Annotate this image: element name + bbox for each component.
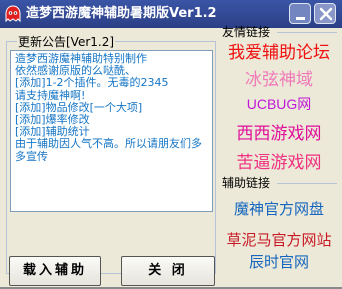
friend-links-divider xyxy=(277,32,337,33)
aux-link-caonima-site[interactable]: 草泥马官方网站 xyxy=(220,229,338,250)
friend-link-ucbug[interactable]: UCBUG网 xyxy=(220,94,338,114)
close-button[interactable]: 关 闭 xyxy=(121,256,215,286)
aux-link-chenshi[interactable]: 辰时官网 xyxy=(220,251,338,272)
friend-link-woaifuzhu[interactable]: 我爱辅助论坛 xyxy=(220,38,338,63)
aux-links-legend: 辅助链接 xyxy=(222,176,271,190)
notice-group: 更新公告[Ver1.2] 造梦西游魔神辅助特别制作 依然感谢原版的么哒酰、 [添… xyxy=(6,36,216,274)
close-icon xyxy=(319,7,333,21)
friend-link-bingxianshenyu[interactable]: 冰弦神域 xyxy=(220,65,338,90)
notice-content: 造梦西游魔神辅助特别制作 依然感谢原版的么哒酰、 [添加]1-2个插件。无毒的2… xyxy=(15,52,211,163)
notice-legend: 更新公告[Ver1.2] xyxy=(17,35,116,49)
close-window-button[interactable] xyxy=(314,3,336,24)
window-title: 造梦西游魔神辅助暑期版Ver1.2 xyxy=(26,6,217,21)
notice-line: 请支持魔神啊! xyxy=(15,88,86,102)
notice-line: 由于辅助因人气不高。所以请朋友们多多宣传 xyxy=(15,137,202,163)
notice-textbox[interactable]: 造梦西游魔神辅助特别制作 依然感谢原版的么哒酰、 [添加]1-2个插件。无毒的2… xyxy=(10,50,213,212)
title-bar[interactable]: 造梦西游魔神辅助暑期版Ver1.2 xyxy=(0,0,342,28)
friend-link-kubi[interactable]: 苦逼游戏网 xyxy=(220,148,338,173)
friend-link-xixi[interactable]: 西西游戏网 xyxy=(220,119,338,144)
aux-links-divider xyxy=(277,183,337,184)
red-ghost-icon xyxy=(5,5,21,23)
minimize-icon xyxy=(296,17,305,20)
notice-line: [添加]1-2个插件。无毒的2345 xyxy=(15,76,169,90)
aux-link-moshen-pan[interactable]: 魔神官方网盘 xyxy=(220,198,338,219)
friend-links-legend: 友情链接 xyxy=(222,25,271,39)
window-client-area: 更新公告[Ver1.2] 造梦西游魔神辅助特别制作 依然感谢原版的么哒酰、 [添… xyxy=(2,25,340,287)
load-helper-button[interactable]: 载入辅助 xyxy=(9,256,101,286)
minimize-button[interactable] xyxy=(289,3,311,24)
